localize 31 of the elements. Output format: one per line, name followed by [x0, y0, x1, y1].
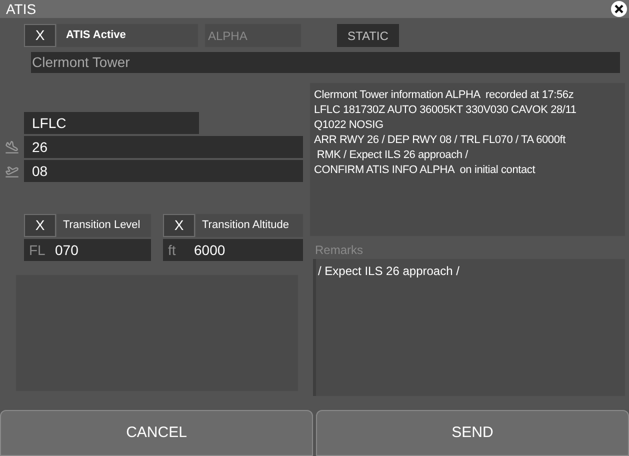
unit-label: FL [29, 240, 46, 260]
checkbox-label: ATIS Active [57, 24, 198, 47]
dialog-button[interactable]: SEND [316, 410, 629, 456]
atis-text-line: ARR RWY 26 / DEP RWY 08 / TRL FL070 / TA 6000ft [314, 133, 567, 148]
checkbox-label: Transition Level [57, 214, 151, 237]
field-value: 6000 [194, 240, 226, 260]
transition-field[interactable]: FL 070 [24, 239, 151, 261]
checkbox-label: Transition Altitude [196, 214, 303, 237]
transition-field[interactable]: ft 6000 [163, 239, 303, 261]
static-button[interactable]: STATIC [337, 24, 399, 47]
station-field[interactable]: Clermont Tower [31, 52, 620, 73]
dialog-button[interactable]: CANCEL [0, 410, 313, 456]
atis-text-line: Clermont Tower information ALPHA recorded at 17:56z [314, 88, 575, 103]
checkbox[interactable]: X [24, 24, 56, 47]
runway-field[interactable]: 08 [24, 160, 303, 182]
plane-takeoff-icon [5, 164, 19, 178]
atis-text-line: CONFIRM ATIS INFO ALPHA on initial contact [314, 163, 536, 178]
checkbox[interactable]: X [163, 214, 195, 237]
atis-text-line: LFLC 181730Z AUTO 36005KT 330V030 CAVOK 28/11 [314, 103, 578, 118]
unit-label: ft [168, 240, 177, 260]
checkbox[interactable]: X [24, 214, 56, 237]
runway-field[interactable]: 26 [24, 136, 303, 158]
window-title: ATIS [6, 2, 36, 16]
remarks-field[interactable]: / Expect ILS 26 approach / [313, 259, 625, 396]
atis-text-line: RMK / Expect ILS 26 approach / [316, 148, 470, 163]
plane-landing-icon [5, 140, 19, 154]
field-value: 070 [55, 240, 78, 260]
letter-field: ALPHA [205, 24, 301, 47]
close-icon[interactable] [611, 1, 627, 17]
atis-text-line: Q1022 NOSIG [314, 118, 384, 133]
airport-field[interactable]: LFLC [24, 112, 199, 134]
